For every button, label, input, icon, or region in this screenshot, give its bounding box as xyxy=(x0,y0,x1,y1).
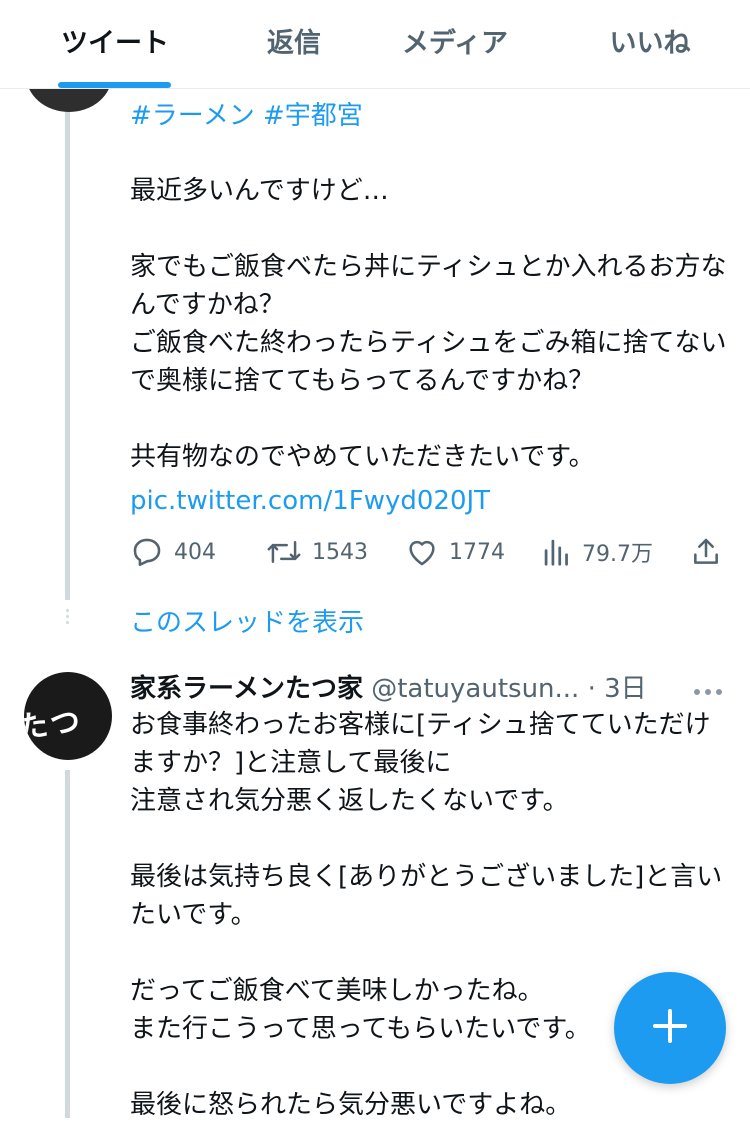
share-icon xyxy=(690,535,722,569)
timestamp[interactable]: · 3日 xyxy=(588,674,647,704)
like-icon xyxy=(405,535,439,569)
avatar[interactable]: たつ家 xyxy=(24,672,112,760)
compose-button[interactable] xyxy=(614,972,726,1084)
views-count: 79.7万 xyxy=(582,542,653,567)
reply-icon xyxy=(130,535,164,569)
compose-plus-icon xyxy=(652,1008,688,1048)
thread-line xyxy=(65,100,70,600)
tab-replies[interactable]: 返信 xyxy=(230,0,358,88)
tab-media[interactable]: メディア xyxy=(385,0,525,88)
views-button[interactable]: 79.7万 xyxy=(542,530,653,574)
hashtag-links[interactable]: #ラーメン #宇都宮 xyxy=(130,95,363,132)
profile-tabs: ツイート 返信 メディア いいね xyxy=(0,0,750,89)
more-icon[interactable] xyxy=(692,682,724,701)
active-tab-indicator xyxy=(58,82,171,88)
tweet-header: 家系ラーメンたつ家 @tatuyautsun... · 3日 xyxy=(130,668,740,704)
user-handle[interactable]: @tatuyautsun... xyxy=(371,674,579,704)
like-count: 1774 xyxy=(449,539,505,565)
avatar-logo: たつ家 xyxy=(24,704,84,760)
show-thread-link[interactable]: このスレッドを表示 xyxy=(130,602,364,639)
share-button[interactable] xyxy=(690,530,722,574)
thread-dots xyxy=(64,606,70,627)
display-name[interactable]: 家系ラーメンたつ家 xyxy=(130,674,363,704)
tweet-actions: 404 1543 1774 79.7万 xyxy=(130,530,730,574)
views-icon xyxy=(542,535,572,569)
tab-tweets[interactable]: ツイート xyxy=(40,0,190,88)
media-link[interactable]: pic.twitter.com/1Fwyd020JT xyxy=(130,482,730,520)
reply-count: 404 xyxy=(174,539,216,565)
retweet-icon xyxy=(266,535,302,569)
tweet-text: 最近多いんですけど… 家でもご飯食べたら丼にティシュとか入れるお方なんですかね？… xyxy=(130,176,727,472)
tab-likes[interactable]: いいね xyxy=(590,0,710,88)
retweet-button[interactable]: 1543 xyxy=(266,530,368,574)
retweet-count: 1543 xyxy=(312,539,368,565)
reply-button[interactable]: 404 xyxy=(130,530,216,574)
like-button[interactable]: 1774 xyxy=(405,530,505,574)
thread-line xyxy=(65,770,70,1118)
